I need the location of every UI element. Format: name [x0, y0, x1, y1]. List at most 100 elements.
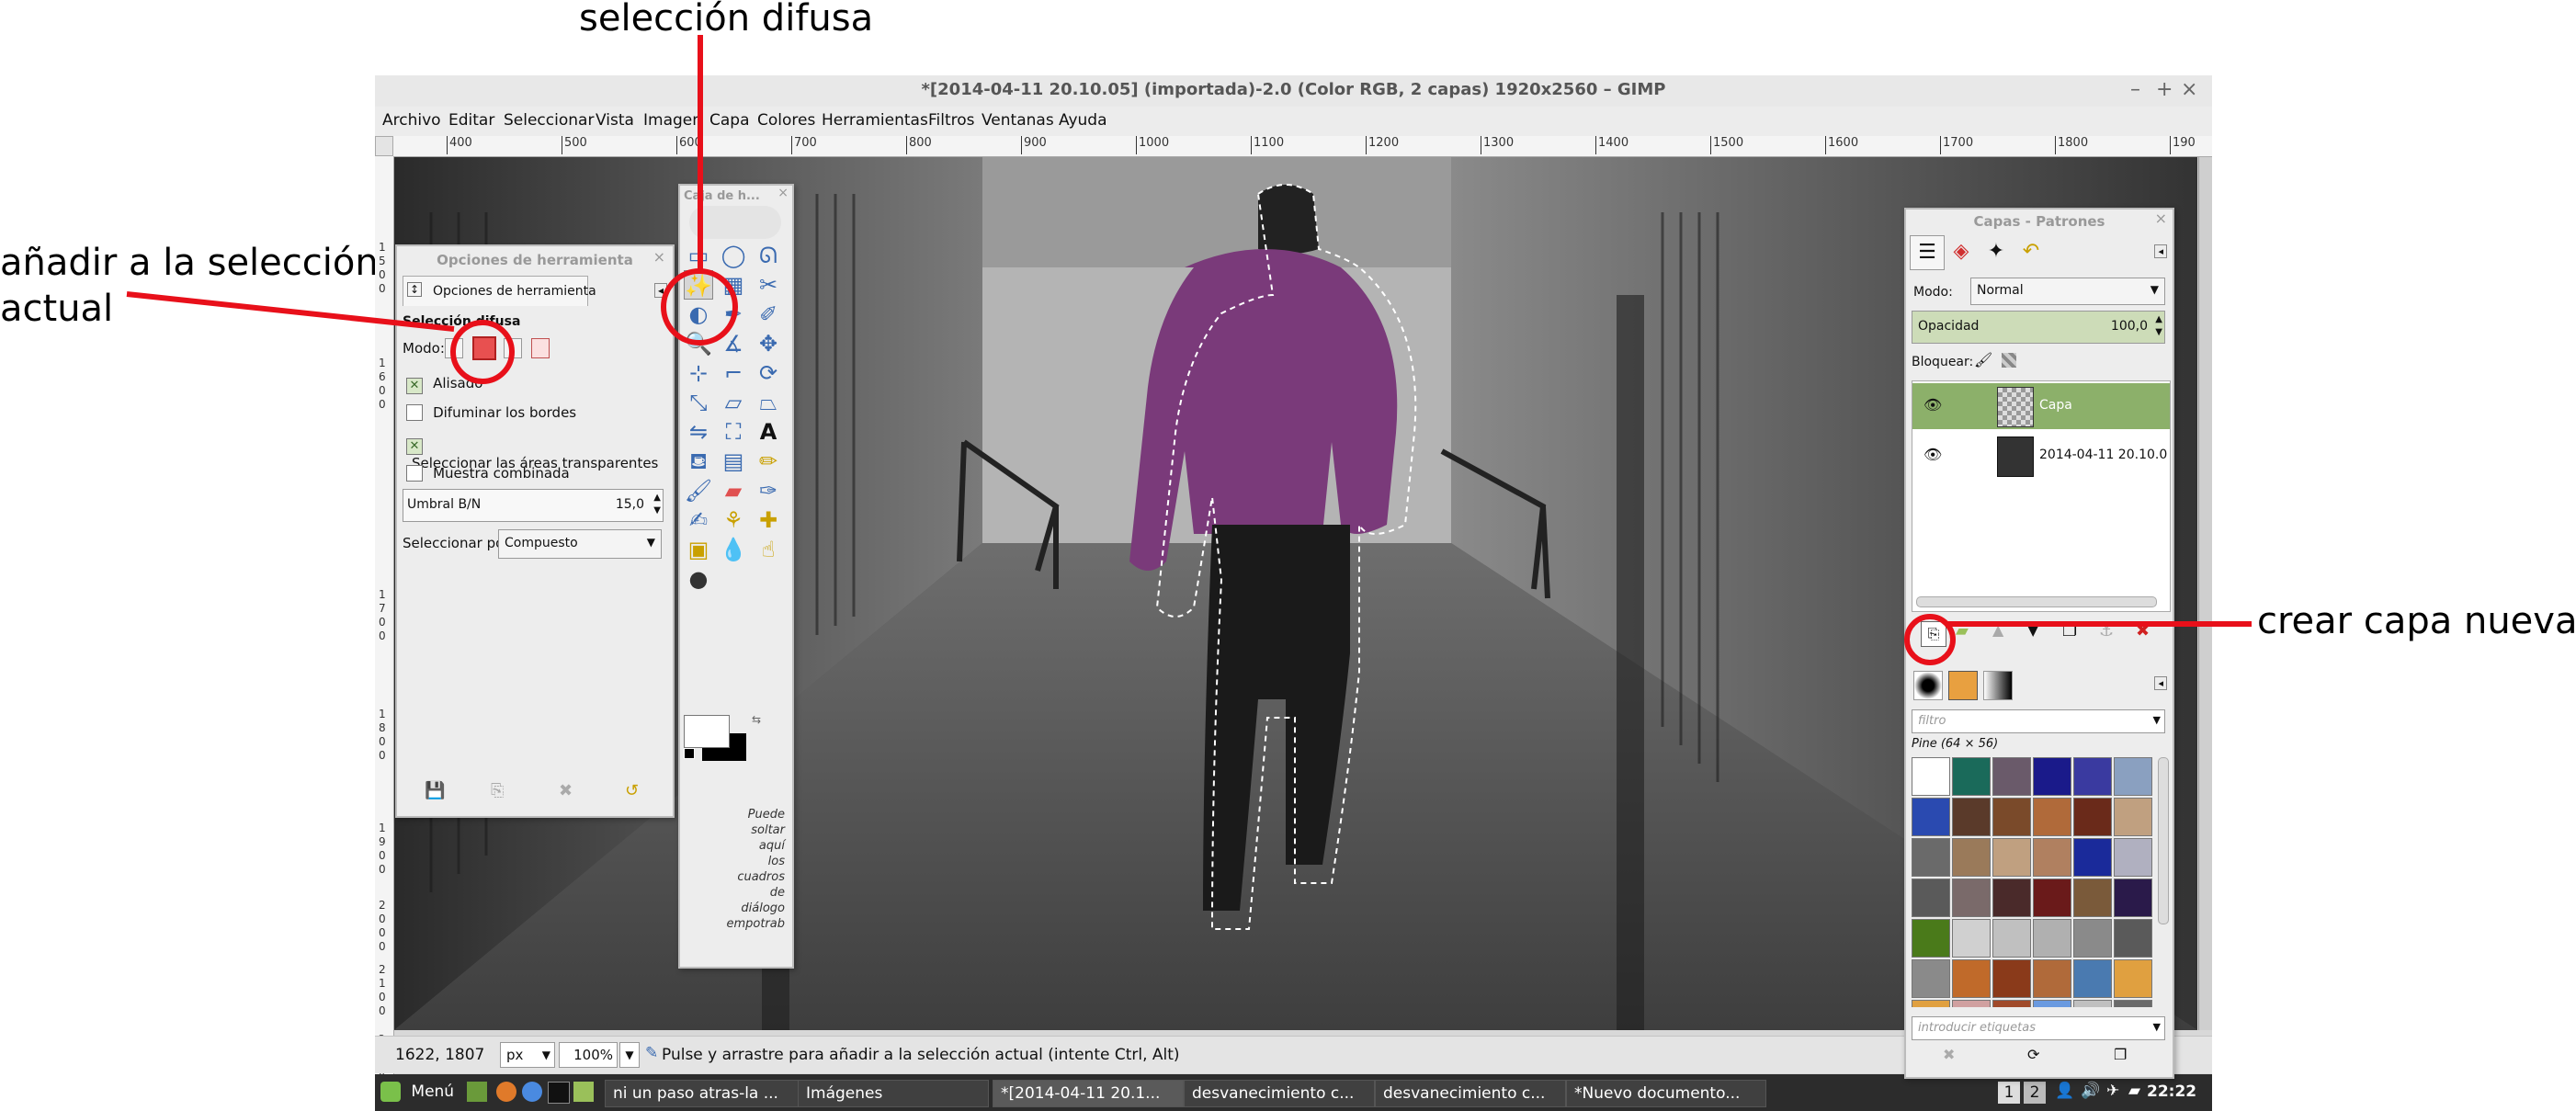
cage-tool-icon[interactable]: ⛶	[719, 417, 748, 447]
dock-menu-icon[interactable]: ◂	[2154, 676, 2167, 690]
menu-herramientas[interactable]: Herramientas	[822, 111, 928, 130]
bucket-fill-tool-icon[interactable]: ⛾	[684, 447, 713, 476]
paintbrush-tool-icon[interactable]: 🖌	[684, 476, 713, 505]
transparent-checkbox[interactable]	[406, 438, 423, 455]
airbrush-tool-icon[interactable]: ✑	[754, 476, 783, 505]
pattern-swatch[interactable]	[1952, 959, 1991, 998]
network-icon[interactable]: ✈	[2106, 1082, 2119, 1100]
unit-selector[interactable]: px ▼	[500, 1042, 555, 1068]
pattern-scrollbar[interactable]	[2158, 757, 2169, 924]
color-picker-tool-icon[interactable]: ✐	[754, 300, 783, 329]
pattern-swatch[interactable]	[2073, 959, 2112, 998]
pattern-swatch[interactable]	[1912, 798, 1950, 836]
paths-tab-icon[interactable]: ✦	[1980, 235, 2013, 268]
close-button[interactable]: ×	[2181, 78, 2197, 101]
menu-ayuda[interactable]: Ayuda	[1059, 111, 1107, 130]
restore-options-icon[interactable]: ⎘	[491, 781, 504, 800]
pattern-swatch[interactable]	[1992, 757, 2031, 796]
pattern-swatch[interactable]	[2114, 1000, 2152, 1007]
blur-tool-icon[interactable]: 💧	[719, 535, 748, 564]
sample-merged-checkbox[interactable]	[406, 465, 423, 482]
pattern-swatch[interactable]	[2114, 838, 2152, 877]
select-by-dropdown[interactable]: Compuesto ▼	[498, 529, 662, 559]
pattern-swatch[interactable]	[1912, 757, 1950, 796]
pattern-swatch[interactable]	[1992, 838, 2031, 877]
feather-checkbox[interactable]	[406, 404, 423, 421]
eye-icon[interactable]: 👁	[1923, 396, 1942, 414]
zoom-field[interactable]: 100%	[559, 1042, 618, 1068]
pattern-swatch[interactable]	[2114, 959, 2152, 998]
pattern-swatch[interactable]	[2073, 879, 2112, 917]
pattern-swatch[interactable]	[1952, 757, 1991, 796]
menu-ventanas[interactable]: Ventanas	[982, 111, 1054, 130]
foreground-color-swatch[interactable]	[684, 715, 730, 748]
vertical-ruler[interactable]: 1500 1600 1700 1800 1900 2000 2100 2200	[375, 156, 394, 1084]
menu-seleccionar[interactable]: Seleccionar	[504, 111, 594, 130]
pattern-swatch[interactable]	[2033, 959, 2071, 998]
menu-filtros[interactable]: Filtros	[928, 111, 975, 130]
lock-alpha-icon[interactable]	[2002, 353, 2016, 368]
menu-imagen[interactable]: Imagen	[643, 111, 702, 130]
minimize-button[interactable]: –	[2130, 78, 2140, 101]
menu-archivo[interactable]: Archivo	[382, 111, 441, 130]
pattern-swatch[interactable]	[1952, 1000, 1991, 1007]
launcher-terminal-icon[interactable]	[548, 1082, 570, 1104]
pattern-swatch[interactable]	[1992, 959, 2031, 998]
brushes-tab-icon[interactable]	[1913, 671, 1943, 700]
eye-icon[interactable]: 👁	[1923, 446, 1942, 463]
perspective-clone-tool-icon[interactable]: ▣	[684, 535, 713, 564]
pattern-swatch[interactable]	[1992, 1000, 2031, 1007]
gradients-tab-icon[interactable]	[1983, 671, 2013, 700]
user-icon[interactable]: 👤	[2055, 1082, 2074, 1100]
pencil-tool-icon[interactable]: ✏	[754, 447, 783, 476]
volume-icon[interactable]: 🔊	[2081, 1082, 2100, 1100]
clone-tool-icon[interactable]: ⚘	[719, 505, 748, 535]
pattern-swatch[interactable]	[1912, 919, 1950, 958]
pattern-swatch[interactable]	[2033, 879, 2071, 917]
default-colors-icon[interactable]	[684, 748, 695, 759]
perspective-tool-icon[interactable]: ⏢	[754, 388, 783, 417]
undo-history-tab-icon[interactable]: ↶	[2014, 235, 2048, 268]
pattern-swatch[interactable]	[1992, 879, 2031, 917]
battery-icon[interactable]: ▰	[2128, 1082, 2140, 1100]
pattern-swatch[interactable]	[2114, 879, 2152, 917]
start-menu-button[interactable]: Menú	[380, 1082, 454, 1102]
delete-options-icon[interactable]: ✖	[559, 781, 573, 800]
open-pattern-icon[interactable]: ❐	[2114, 1046, 2127, 1063]
scissors-tool-icon[interactable]: ✂	[754, 270, 783, 300]
pattern-swatch[interactable]	[1912, 838, 1950, 877]
ruler-corner[interactable]	[375, 136, 393, 156]
pattern-tags-input[interactable]: introducir etiquetas ▼	[1912, 1016, 2165, 1040]
smudge-tool-icon[interactable]: ☝	[754, 535, 783, 564]
pattern-swatch[interactable]	[1992, 798, 2031, 836]
launcher-firefox-icon[interactable]	[496, 1082, 516, 1102]
pattern-swatch[interactable]	[1952, 798, 1991, 836]
pattern-swatch[interactable]	[1952, 879, 1991, 917]
blend-tool-icon[interactable]: ▤	[719, 447, 748, 476]
zoom-dropdown[interactable]: ▼	[619, 1042, 640, 1068]
pattern-filter-input[interactable]: filtro ▼	[1912, 709, 2165, 733]
align-tool-icon[interactable]: ⊹	[684, 358, 713, 388]
crop-tool-icon[interactable]: ⌐	[719, 358, 748, 388]
layers-scrollbar[interactable]	[1916, 596, 2157, 607]
refresh-patterns-icon[interactable]: ⟳	[2027, 1046, 2039, 1063]
swap-colors-icon[interactable]: ⇆	[752, 713, 761, 726]
taskbar-item[interactable]: desvanecimiento c...	[1184, 1080, 1375, 1107]
mode-intersect-icon[interactable]	[531, 338, 550, 358]
pattern-swatch[interactable]	[2114, 919, 2152, 958]
close-icon[interactable]: ×	[653, 248, 665, 266]
reset-options-icon[interactable]: ↺	[625, 781, 639, 800]
pattern-swatch[interactable]	[2114, 757, 2152, 796]
menu-capa[interactable]: Capa	[709, 111, 750, 130]
pattern-swatch[interactable]	[1912, 1000, 1950, 1007]
pattern-swatch[interactable]	[2033, 757, 2071, 796]
pattern-swatch[interactable]	[2033, 798, 2071, 836]
taskbar-item[interactable]: ni un paso atras-la ...	[605, 1080, 805, 1107]
save-options-icon[interactable]: 💾	[425, 781, 445, 800]
pattern-swatch[interactable]	[1912, 879, 1950, 917]
pattern-swatch[interactable]	[1952, 838, 1991, 877]
pattern-swatch[interactable]	[1952, 919, 1991, 958]
free-select-tool-icon[interactable]: ᘏ	[754, 241, 783, 270]
maximize-button[interactable]: +	[2156, 78, 2173, 101]
antialias-checkbox[interactable]	[406, 378, 423, 394]
